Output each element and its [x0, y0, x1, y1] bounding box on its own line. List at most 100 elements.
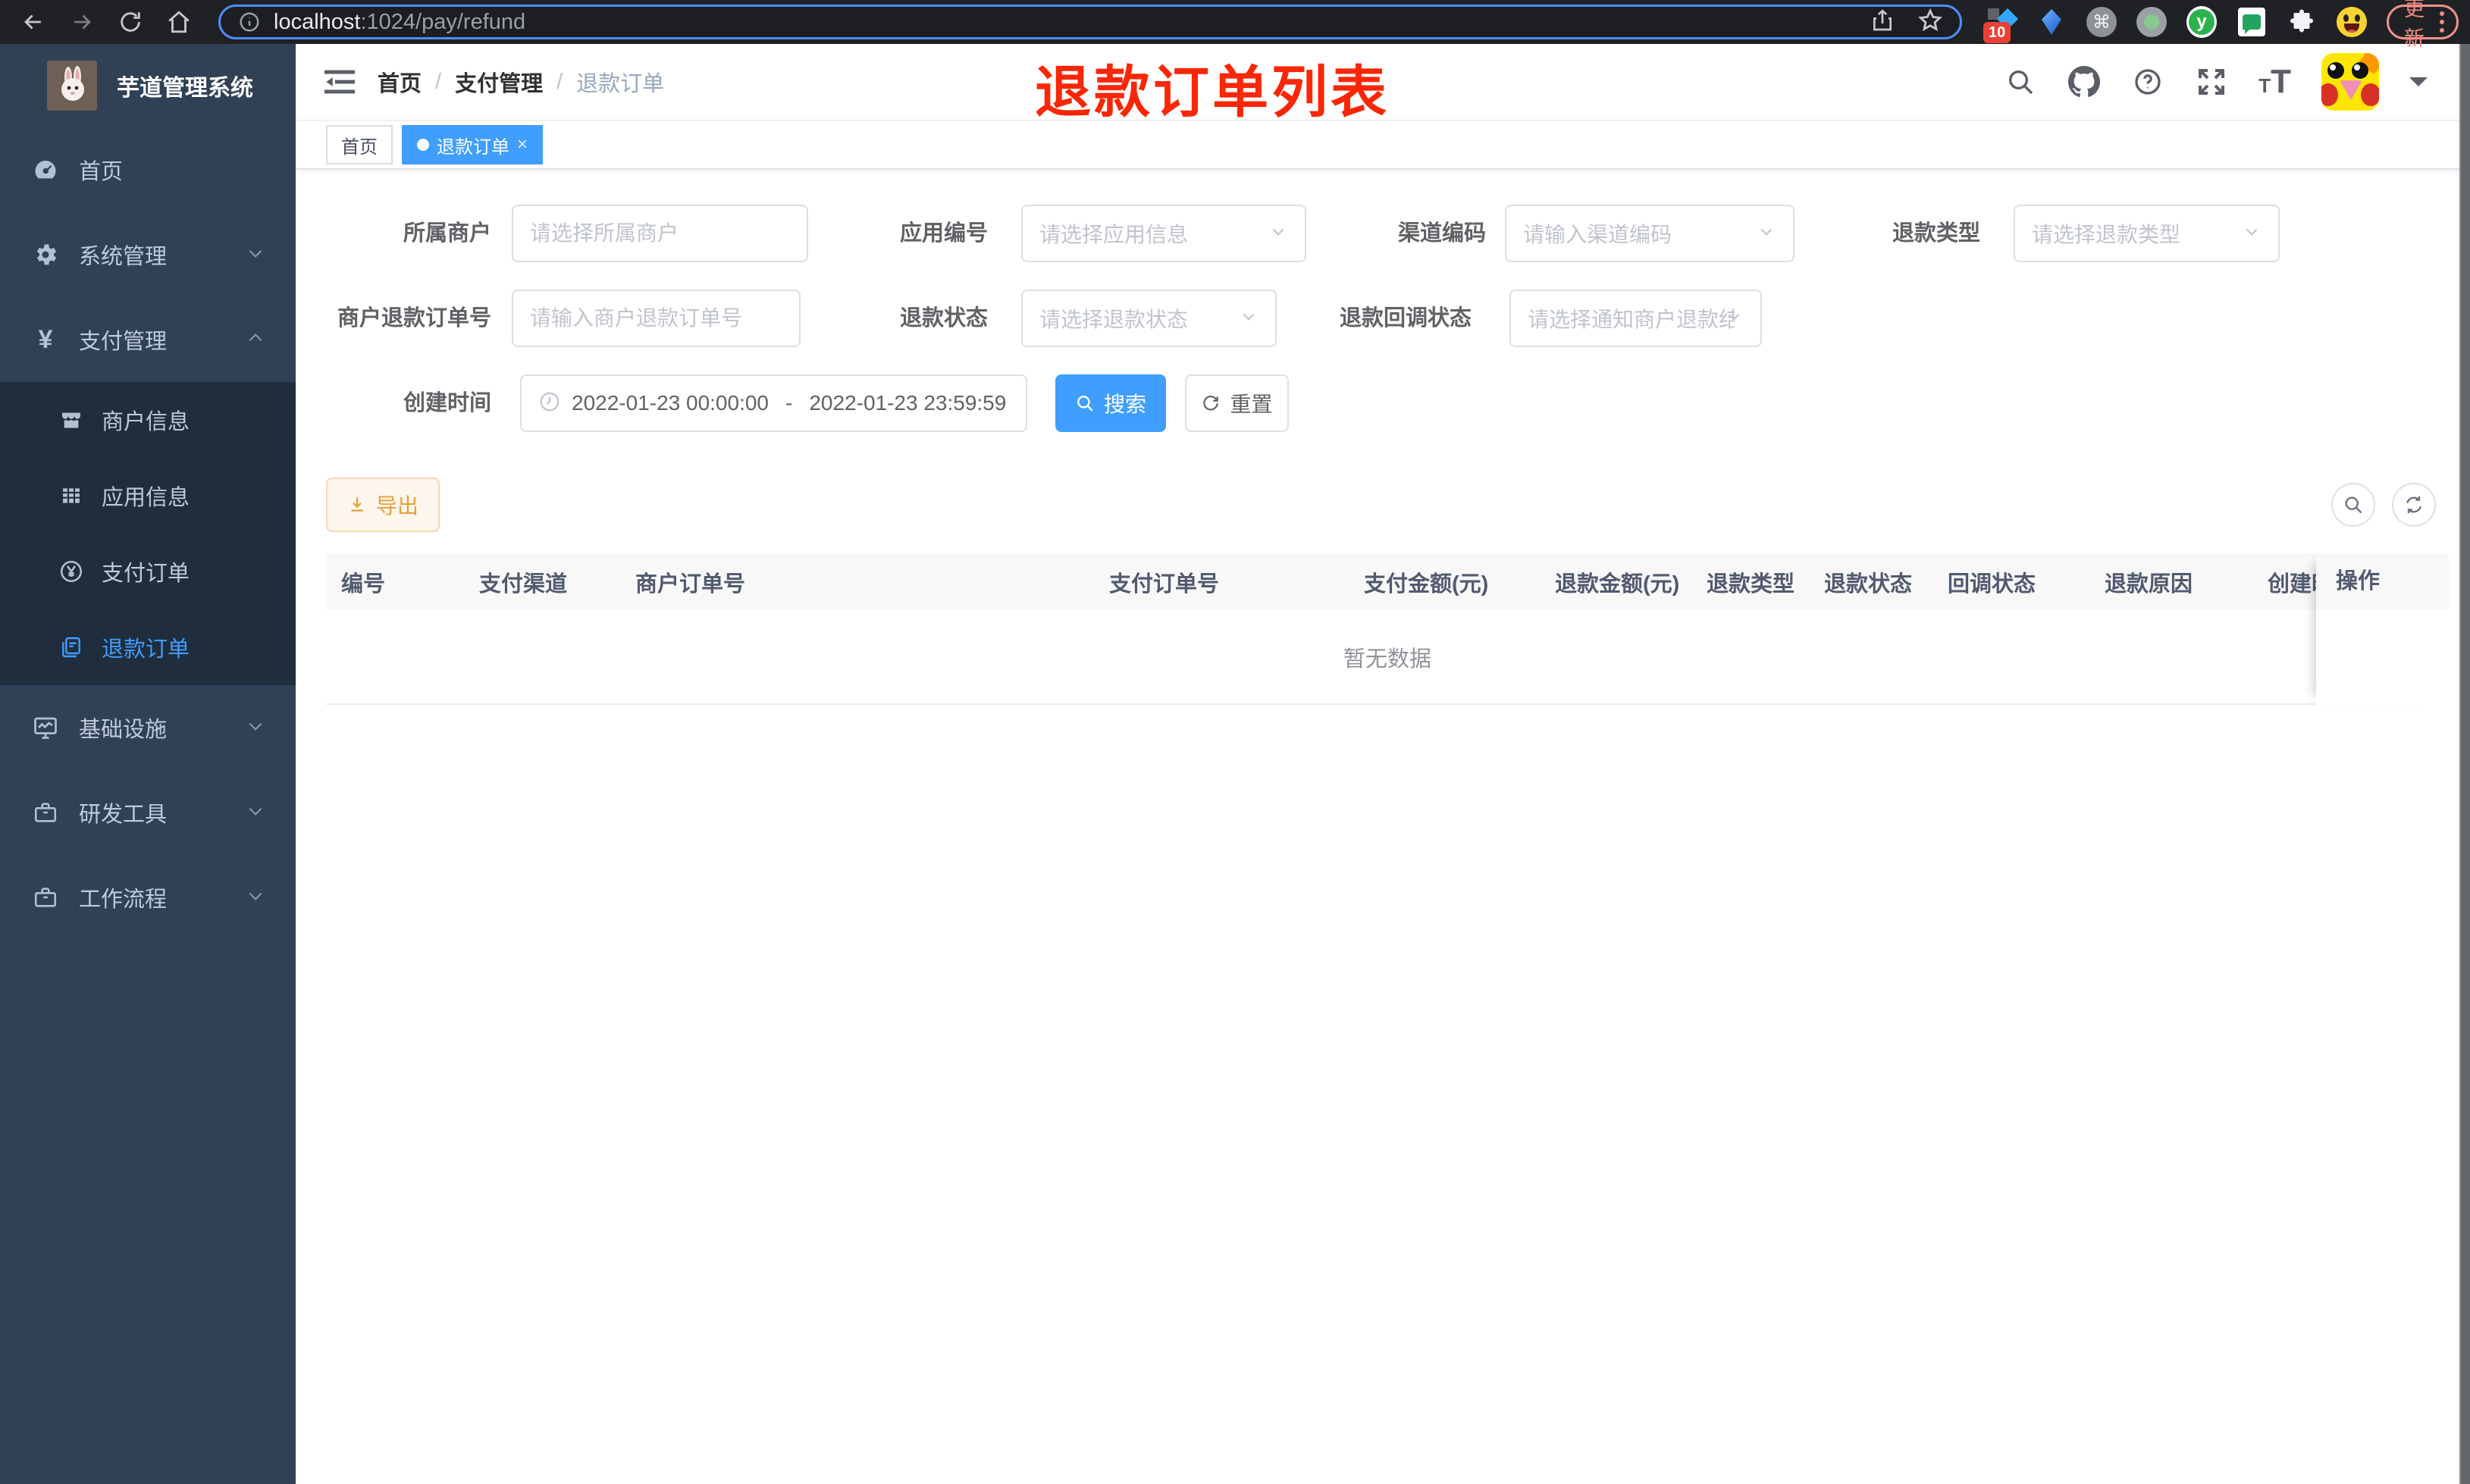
sidebar-item-merchant-info[interactable]: 商户信息 [0, 382, 296, 458]
payment-submenu: 商户信息 应用信息 支付订单 退款订单 [0, 382, 296, 685]
breadcrumb: 首页 / 支付管理 / 退款订单 [378, 66, 664, 98]
site-info-icon[interactable] [237, 10, 262, 34]
label-notify-status: 退款回调状态 [1339, 306, 1472, 330]
tags-view: 首页 退款订单 × [296, 120, 2470, 170]
export-button[interactable]: 导出 [326, 477, 440, 532]
reset-button[interactable]: 重置 [1185, 374, 1289, 432]
app-logo[interactable]: 芋道管理系统 [0, 44, 296, 127]
merchant-input-field[interactable] [530, 221, 790, 246]
chevron-down-icon [1239, 307, 1259, 330]
table-toolbar: 导出 [326, 476, 2436, 534]
share-icon[interactable] [1870, 8, 1895, 36]
tag-close-icon[interactable]: × [517, 134, 528, 155]
merchant-refund-no-field[interactable] [530, 306, 782, 330]
col-pay-channel: 支付渠道 [479, 571, 568, 596]
extension-tabs-icon[interactable]: 10 [1983, 7, 2019, 43]
browser-forward-icon[interactable] [67, 7, 97, 37]
notify-status-select[interactable]: 请选择通知商户退款结果的 [1509, 290, 1762, 347]
font-size-icon[interactable]: TT [2258, 63, 2291, 101]
github-icon[interactable] [2067, 65, 2101, 99]
search-icon[interactable] [2004, 65, 2037, 99]
date-start-value[interactable]: 2022-01-23 00:00:00 [572, 391, 769, 415]
chevron-down-icon [246, 716, 265, 740]
dashboard-icon [30, 156, 61, 183]
sidebar-item-home[interactable]: 首页 [0, 127, 296, 212]
col-pay-order-no: 支付订单号 [1109, 571, 1220, 596]
extension-y-icon[interactable]: y [2186, 6, 2217, 38]
address-bar[interactable]: localhost:1024/pay/refund [218, 5, 1962, 39]
merchant-refund-no-input[interactable] [512, 290, 801, 347]
sidebar-item-infrastructure[interactable]: 基础设施 [0, 685, 296, 770]
sidebar-item-payment[interactable]: ¥ 支付管理 [0, 297, 296, 382]
col-create-time: 创建时间 [2268, 571, 2316, 596]
sidebar-item-dev-tools[interactable]: 研发工具 [0, 770, 296, 855]
browser-menu-icon[interactable] [2434, 11, 2450, 33]
app-select[interactable]: 请选择应用信息 [1021, 205, 1306, 262]
window-right-edge [2459, 44, 2470, 1484]
create-time-range-picker[interactable]: 2022-01-23 00:00:00 - 2022-01-23 23:59:5… [520, 374, 1027, 432]
user-avatar[interactable] [2321, 53, 2379, 111]
breadcrumb-home[interactable]: 首页 [378, 66, 422, 98]
extension-kite-icon[interactable] [2036, 7, 2067, 37]
col-refund-type: 退款类型 [1707, 571, 1795, 596]
extensions-puzzle-icon[interactable] [2287, 7, 2317, 37]
breadcrumb-payment[interactable]: 支付管理 [455, 66, 543, 98]
app-title: 芋道管理系统 [117, 76, 253, 101]
tag-refund-order[interactable]: 退款订单 × [402, 125, 544, 164]
active-dot [417, 139, 429, 151]
navbar-actions: TT [2004, 53, 2428, 111]
col-merchant-order-no: 商户订单号 [635, 571, 746, 596]
col-actions: 操作 [2336, 569, 2381, 593]
briefcase-icon [30, 800, 61, 825]
date-end-value[interactable]: 2022-01-23 23:59:59 [809, 391, 1006, 415]
extension-emoji-icon[interactable] [2337, 7, 2367, 37]
col-pay-amount: 支付金额(元) [1364, 571, 1489, 596]
monitor-icon [30, 714, 61, 741]
browser-home-icon[interactable] [164, 7, 194, 37]
clock-icon [538, 390, 561, 417]
extension-command-icon[interactable]: ⌘ [2086, 7, 2117, 37]
extension-chat-icon[interactable] [2236, 7, 2267, 37]
col-id: 编号 [341, 571, 386, 596]
search-button[interactable]: 搜索 [1055, 374, 1166, 432]
sidebar-item-system[interactable]: 系统管理 [0, 212, 296, 297]
browser-back-icon[interactable] [18, 7, 49, 37]
logo-rabbit-image [47, 61, 97, 111]
col-refund-reason: 退款原因 [2105, 571, 2193, 596]
chevron-down-icon [1268, 222, 1288, 246]
extension-badge: 10 [1983, 22, 2011, 43]
yen-circle-icon [58, 559, 85, 584]
col-refund-status: 退款状态 [1824, 571, 1913, 596]
extension-dot-icon[interactable] [2136, 7, 2167, 37]
label-merchant: 所属商户 [403, 221, 491, 246]
refund-status-select[interactable]: 请选择退款状态 [1021, 290, 1277, 347]
tag-home[interactable]: 首页 [326, 125, 393, 164]
bookmark-star-icon[interactable] [1917, 8, 1943, 37]
toggle-search-icon[interactable] [2331, 483, 2375, 527]
browser-update-button[interactable]: 更新 [2387, 0, 2459, 50]
chevron-down-icon [246, 801, 265, 825]
sidebar-item-workflow[interactable]: 工作流程 [0, 855, 296, 940]
avatar-caret-icon[interactable] [2409, 77, 2428, 95]
sidebar-item-app-info[interactable]: 应用信息 [0, 458, 296, 534]
refund-type-select[interactable]: 请选择退款类型 [2014, 205, 2280, 262]
top-navbar: 首页 / 支付管理 / 退款订单 退款订单列表 TT [296, 44, 2470, 124]
browser-reload-icon[interactable] [115, 7, 146, 37]
table-empty-row: 暂无数据 [326, 610, 2449, 705]
sidebar-item-pay-order[interactable]: 支付订单 [0, 534, 296, 609]
help-icon[interactable] [2131, 65, 2164, 99]
sidebar-toggle-icon[interactable] [296, 44, 370, 120]
label-refund-status: 退款状态 [899, 306, 988, 330]
chevron-up-icon [246, 328, 265, 352]
refresh-icon[interactable] [2392, 483, 2436, 527]
sidebar: 芋道管理系统 首页 系统管理 ¥ 支付管理 商户信息 应用信息 支付订单 退款订… [0, 44, 296, 1484]
label-create-time: 创建时间 [403, 391, 491, 415]
merchant-input[interactable] [512, 205, 808, 262]
chevron-down-icon [246, 886, 265, 909]
label-app: 应用编号 [899, 221, 988, 246]
shop-icon [58, 408, 85, 432]
breadcrumb-current: 退款订单 [576, 72, 665, 96]
channel-select[interactable]: 请输入渠道编码 [1505, 205, 1795, 262]
sidebar-item-refund-order[interactable]: 退款订单 [0, 609, 296, 685]
fullscreen-icon[interactable] [2195, 65, 2228, 99]
